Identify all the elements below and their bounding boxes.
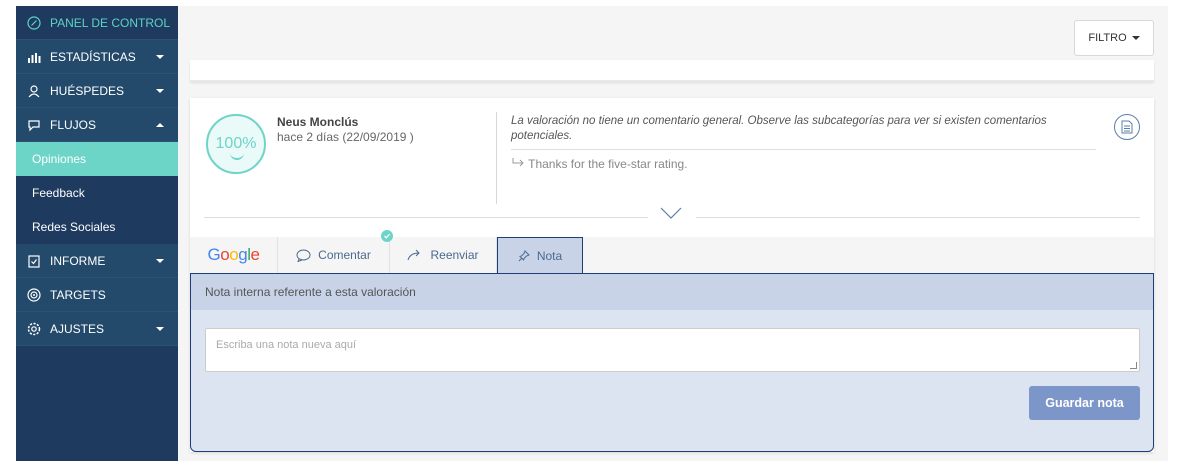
document-icon[interactable]	[1114, 114, 1140, 140]
review-author: Neus Monclús	[277, 115, 359, 129]
google-logo: Google	[207, 245, 260, 264]
nav-panel-de-control[interactable]: PANEL DE CONTROL	[16, 6, 178, 40]
nav-huespedes[interactable]: HUÉSPEDES	[16, 74, 178, 108]
chevron-down-icon	[156, 55, 164, 59]
nav-ajustes[interactable]: AJUSTES	[16, 312, 178, 346]
chevron-down-icon	[1131, 36, 1140, 40]
score-value: 100%	[215, 135, 257, 152]
review-comment: La valoración no tiene un comentario gen…	[511, 115, 1047, 142]
nav-targets[interactable]: TARGETS	[16, 278, 178, 312]
tab-google[interactable]: Google	[190, 237, 278, 273]
forward-icon	[407, 249, 423, 261]
target-icon	[26, 287, 42, 303]
sidebar-item-redes-sociales[interactable]: Redes Sociales	[16, 210, 178, 244]
tab-reenviar[interactable]: Reenviar	[390, 237, 497, 273]
nav-label: FLUJOS	[50, 117, 97, 132]
score-badge: 100%	[206, 114, 266, 174]
divider	[204, 217, 648, 218]
chevron-up-icon	[156, 123, 164, 127]
save-note-button[interactable]: Guardar nota	[1029, 386, 1140, 420]
tab-label: Reenviar	[430, 248, 479, 262]
nav-label: HUÉSPEDES	[50, 83, 125, 98]
sidebar-item-opiniones[interactable]: Opiniones	[16, 142, 178, 176]
sidebar: PANEL DE CONTROL ESTADÍSTICAS HUÉSPEDES …	[16, 6, 178, 461]
filter-button[interactable]: FILTRO	[1074, 20, 1154, 56]
divider	[696, 217, 1140, 218]
tab-nota[interactable]: Nota	[497, 237, 583, 274]
compass-icon	[26, 15, 42, 31]
divider	[496, 112, 497, 204]
pin-icon	[518, 250, 530, 262]
chevron-down-icon	[156, 89, 164, 93]
tab-label: Nota	[536, 249, 563, 263]
chevron-down-icon	[156, 327, 164, 331]
review-date: hace 2 días (22/09/2019 )	[277, 130, 414, 144]
nav-label: TARGETS	[50, 287, 106, 302]
note-panel: Nota interna referente a esta valoración…	[190, 273, 1154, 452]
clipboard-icon	[26, 253, 42, 269]
note-header: Nota interna referente a esta valoración	[191, 274, 1153, 310]
note-placeholder: Escriba una nota nueva aquí	[216, 339, 357, 351]
bar-chart-icon	[26, 49, 42, 65]
filter-label: FILTRO	[1088, 32, 1127, 44]
comment-icon	[296, 249, 311, 262]
previous-review-card	[190, 60, 1154, 82]
action-tabs: Google Comentar Reenviar Nota	[190, 230, 1154, 274]
chat-icon	[26, 117, 42, 133]
nav-estadisticas[interactable]: ESTADÍSTICAS	[16, 40, 178, 74]
divider	[511, 149, 1096, 150]
sidebar-item-feedback[interactable]: Feedback	[16, 176, 178, 210]
chevron-down-icon	[156, 259, 164, 263]
user-icon	[26, 83, 42, 99]
review-reply: Thanks for the five-star rating.	[511, 157, 688, 171]
reply-arrow-icon	[511, 157, 528, 171]
review-card: 100% Neus Monclús hace 2 días (22/09/201…	[190, 98, 1154, 452]
nav-informe[interactable]: INFORME	[16, 244, 178, 278]
nav-label: PANEL DE CONTROL	[50, 15, 171, 30]
tab-label: Comentar	[318, 248, 371, 262]
nav-label: AJUSTES	[50, 321, 105, 336]
nav-flujos[interactable]: FLUJOS	[16, 108, 178, 142]
smile-icon	[230, 153, 244, 160]
tab-comentar[interactable]: Comentar	[278, 237, 390, 273]
resize-handle-icon[interactable]	[1130, 362, 1137, 369]
expand-chevron-icon[interactable]	[660, 207, 682, 222]
note-textarea[interactable]: Escriba una nota nueva aquí	[205, 328, 1140, 372]
nav-label: ESTADÍSTICAS	[50, 49, 136, 64]
gear-icon	[26, 321, 42, 337]
nav-label: INFORME	[50, 253, 106, 268]
reply-text: Thanks for the five-star rating.	[528, 157, 688, 171]
